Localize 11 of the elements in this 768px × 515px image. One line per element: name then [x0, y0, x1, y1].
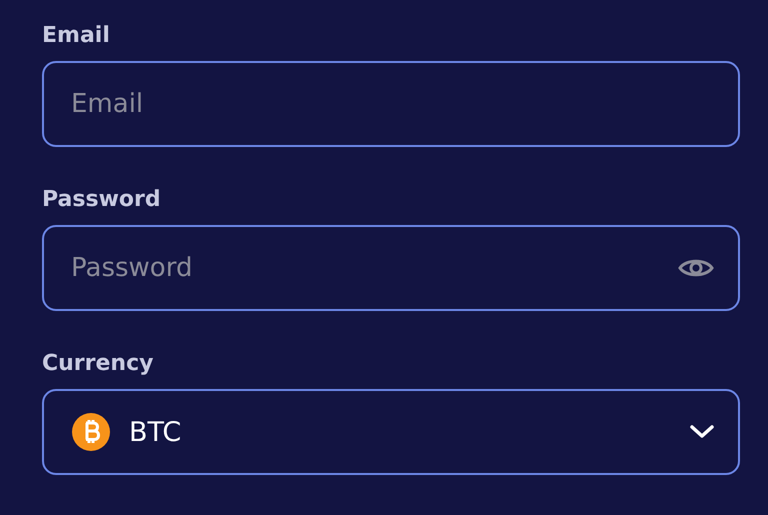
email-input[interactable]: Email	[71, 89, 714, 119]
field-label: Email	[42, 22, 110, 50]
password-field[interactable]: Password	[42, 225, 740, 311]
chevron-down-icon	[690, 425, 714, 439]
currency-select[interactable]: BTC	[42, 389, 740, 475]
coin-icon	[71, 412, 111, 452]
password-input[interactable]: Password	[71, 253, 660, 283]
field-label: Currency	[42, 350, 154, 378]
field-label: Password	[42, 186, 161, 214]
currency-value: BTC	[129, 416, 182, 448]
email-field[interactable]: Email	[42, 61, 740, 147]
